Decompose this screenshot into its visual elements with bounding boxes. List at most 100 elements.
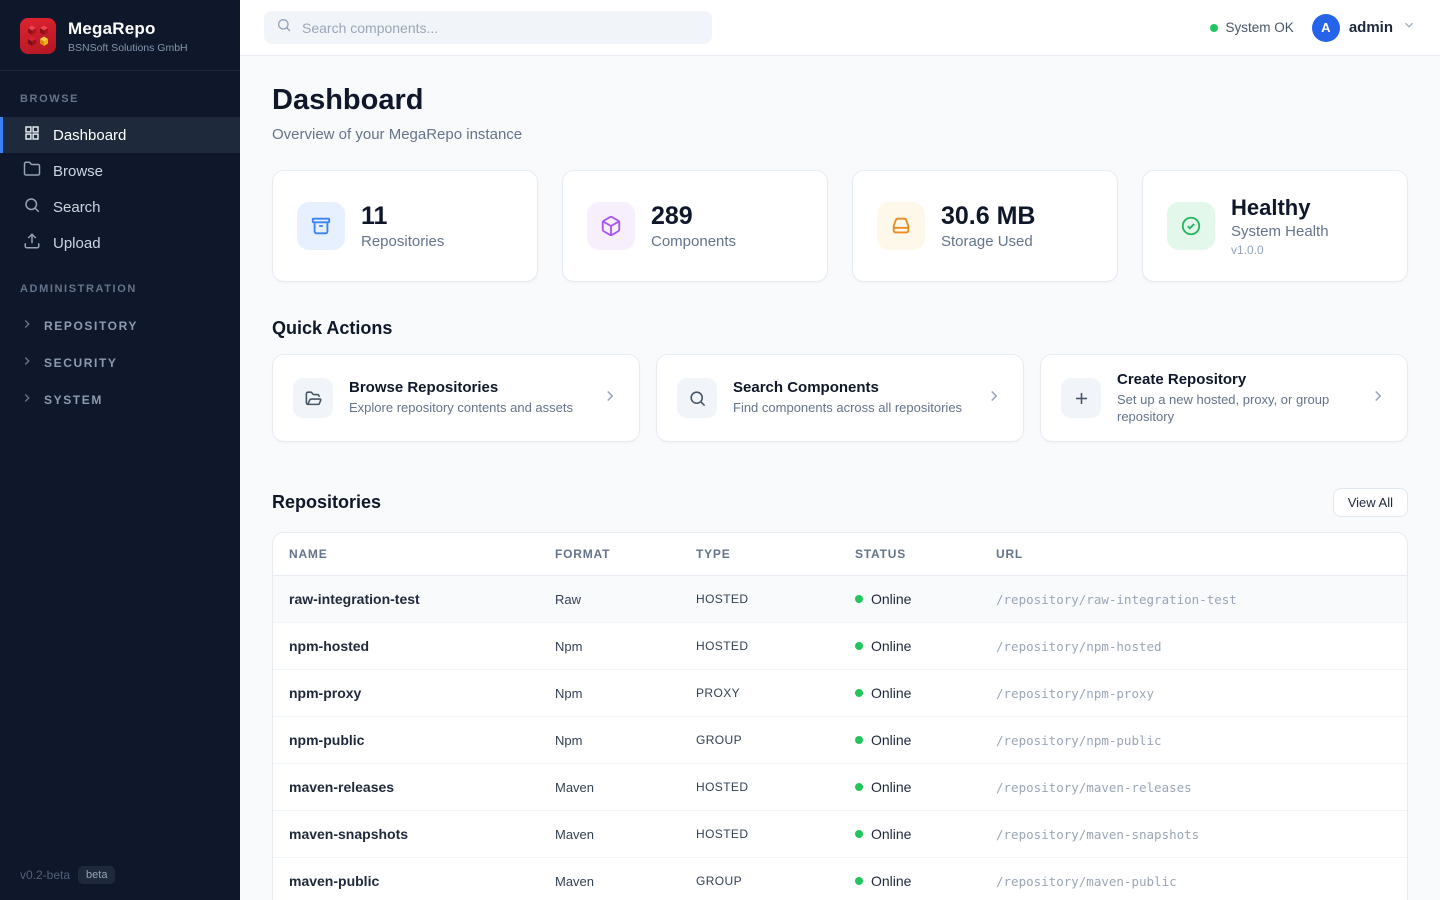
avatar: A bbox=[1312, 14, 1340, 42]
repo-url: /repository/npm-public bbox=[980, 718, 1407, 763]
quick-action-create-repository[interactable]: Create Repository Set up a new hosted, p… bbox=[1040, 354, 1408, 442]
sidebar-item-label: SECURITY bbox=[44, 356, 117, 370]
table-row[interactable]: raw-integration-test Raw HOSTED Online /… bbox=[273, 576, 1407, 623]
app-title: MegaRepo bbox=[68, 19, 188, 39]
quick-action-desc: Set up a new hosted, proxy, or group rep… bbox=[1117, 392, 1353, 425]
sidebar-item-security[interactable]: SECURITY bbox=[0, 344, 240, 381]
repo-name: npm-hosted bbox=[273, 623, 539, 669]
repo-status: Online bbox=[839, 670, 980, 716]
view-all-button[interactable]: View All bbox=[1333, 488, 1408, 517]
stats-grid: 11 Repositories 289 Components 30.6 MB bbox=[272, 170, 1408, 282]
column-header-url: URL bbox=[980, 533, 1407, 575]
repositories-table: NAME FORMAT TYPE STATUS URL raw-integrat… bbox=[272, 532, 1408, 900]
table-row[interactable]: npm-hosted Npm HOSTED Online /repository… bbox=[273, 623, 1407, 670]
table-row[interactable]: maven-snapshots Maven HOSTED Online /rep… bbox=[273, 811, 1407, 858]
chevron-right-icon bbox=[1369, 387, 1387, 410]
sidebar-item-repository[interactable]: REPOSITORY bbox=[0, 307, 240, 344]
plus-icon bbox=[1061, 378, 1101, 418]
system-status: System OK bbox=[1210, 20, 1294, 35]
browse-section-label: BROWSE bbox=[0, 71, 240, 117]
sidebar-item-search[interactable]: Search bbox=[0, 189, 240, 225]
search-input[interactable] bbox=[302, 20, 700, 36]
quick-action-browse-repositories[interactable]: Browse Repositories Explore repository c… bbox=[272, 354, 640, 442]
repo-url: /repository/maven-public bbox=[980, 859, 1407, 900]
repo-format: Npm bbox=[539, 671, 680, 716]
repo-status: Online bbox=[839, 811, 980, 857]
stat-card-repositories: 11 Repositories bbox=[272, 170, 538, 282]
sidebar-item-label: Dashboard bbox=[53, 127, 126, 144]
repo-name: npm-proxy bbox=[273, 670, 539, 716]
repo-status: Online bbox=[839, 623, 980, 669]
stat-value: 30.6 MB bbox=[941, 202, 1035, 231]
repo-type: HOSTED bbox=[680, 624, 839, 668]
repo-name: npm-public bbox=[273, 717, 539, 763]
beta-badge: beta bbox=[78, 866, 115, 884]
repo-url: /repository/npm-hosted bbox=[980, 624, 1407, 669]
repo-url: /repository/raw-integration-test bbox=[980, 577, 1407, 622]
column-header-type: TYPE bbox=[680, 533, 839, 575]
quick-action-title: Search Components bbox=[733, 379, 969, 396]
sidebar-item-system[interactable]: SYSTEM bbox=[0, 381, 240, 418]
stat-label: System Health bbox=[1231, 223, 1329, 240]
quick-action-search-components[interactable]: Search Components Find components across… bbox=[656, 354, 1024, 442]
page-title: Dashboard bbox=[272, 84, 1408, 117]
repo-format: Maven bbox=[539, 812, 680, 857]
folder-icon bbox=[23, 160, 41, 182]
upload-icon bbox=[23, 232, 41, 254]
sidebar-item-upload[interactable]: Upload bbox=[0, 225, 240, 261]
chevron-right-icon bbox=[985, 387, 1003, 410]
chevron-down-icon bbox=[1402, 18, 1416, 37]
online-dot-icon bbox=[855, 736, 863, 744]
repo-name: maven-releases bbox=[273, 764, 539, 810]
column-header-format: FORMAT bbox=[539, 533, 680, 575]
folder-open-icon bbox=[293, 378, 333, 418]
column-header-status: STATUS bbox=[839, 533, 980, 575]
repo-type: GROUP bbox=[680, 859, 839, 900]
system-status-label: System OK bbox=[1226, 20, 1294, 35]
repo-type: GROUP bbox=[680, 718, 839, 762]
repo-name: maven-public bbox=[273, 858, 539, 900]
archive-icon bbox=[297, 202, 345, 250]
sidebar-item-dashboard[interactable]: Dashboard bbox=[0, 117, 240, 153]
online-dot-icon bbox=[855, 642, 863, 650]
stat-value: Healthy bbox=[1231, 195, 1329, 220]
sidebar-item-label: SYSTEM bbox=[44, 393, 103, 407]
search-icon bbox=[276, 17, 292, 38]
table-row[interactable]: maven-public Maven GROUP Online /reposit… bbox=[273, 858, 1407, 900]
user-menu[interactable]: A admin bbox=[1312, 14, 1416, 42]
chevron-right-icon bbox=[20, 354, 34, 371]
table-row[interactable]: npm-proxy Npm PROXY Online /repository/n… bbox=[273, 670, 1407, 717]
version-row: v0.2-beta beta bbox=[0, 850, 240, 900]
table-row[interactable]: maven-releases Maven HOSTED Online /repo… bbox=[273, 764, 1407, 811]
sidebar-item-label: Upload bbox=[53, 235, 101, 252]
table-header-row: NAME FORMAT TYPE STATUS URL bbox=[273, 533, 1407, 576]
repo-format: Maven bbox=[539, 765, 680, 810]
sidebar: MegaRepo BSNSoft Solutions GmbH BROWSE D… bbox=[0, 0, 240, 900]
online-dot-icon bbox=[855, 689, 863, 697]
topbar: System OK A admin bbox=[240, 0, 1440, 56]
repo-format: Maven bbox=[539, 859, 680, 900]
repo-type: HOSTED bbox=[680, 765, 839, 809]
username: admin bbox=[1349, 19, 1393, 36]
repo-type: HOSTED bbox=[680, 812, 839, 856]
stat-label: Components bbox=[651, 233, 736, 250]
sidebar-item-browse[interactable]: Browse bbox=[0, 153, 240, 189]
repo-url: /repository/maven-releases bbox=[980, 765, 1407, 810]
global-search-box[interactable] bbox=[264, 11, 712, 44]
table-row[interactable]: npm-public Npm GROUP Online /repository/… bbox=[273, 717, 1407, 764]
status-dot-icon bbox=[1210, 24, 1218, 32]
repo-status: Online bbox=[839, 717, 980, 763]
check-circle-icon bbox=[1167, 202, 1215, 250]
version-text: v0.2-beta bbox=[20, 868, 70, 882]
main-area: System OK A admin Dashboard Overview of … bbox=[240, 0, 1440, 900]
stat-card-health: Healthy System Health v1.0.0 bbox=[1142, 170, 1408, 282]
stat-value: 11 bbox=[361, 202, 444, 231]
quick-actions-grid: Browse Repositories Explore repository c… bbox=[272, 354, 1408, 442]
online-dot-icon bbox=[855, 877, 863, 885]
search-icon bbox=[677, 378, 717, 418]
package-icon bbox=[587, 202, 635, 250]
search-icon bbox=[23, 196, 41, 218]
hard-drive-icon bbox=[877, 202, 925, 250]
sidebar-item-label: Browse bbox=[53, 163, 103, 180]
stat-value: 289 bbox=[651, 202, 736, 231]
